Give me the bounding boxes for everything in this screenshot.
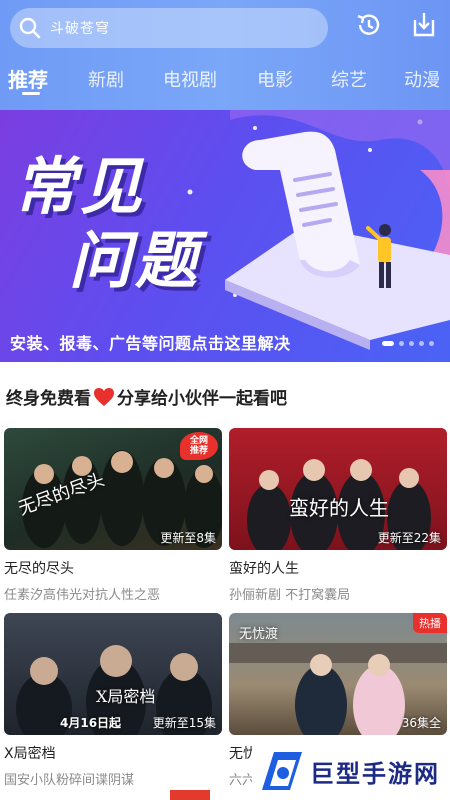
tab-recommend[interactable]: 推荐: [8, 64, 48, 93]
poster-title: 蛮好的人生: [289, 496, 389, 520]
tab-tv-series[interactable]: 电视剧: [163, 66, 217, 92]
carousel-dot[interactable]: [409, 341, 414, 346]
poster-title: 无忧渡: [239, 627, 279, 642]
history-button[interactable]: [352, 10, 386, 44]
watermark-text: 巨型手游网: [310, 759, 440, 788]
carousel-dot[interactable]: [399, 341, 404, 346]
tab-new-drama[interactable]: 新剧: [88, 66, 124, 92]
top-header: 斗破苍穹 推荐 新剧 电视剧 电影 综艺 动漫: [0, 0, 450, 110]
section-title-right: 分享给小伙伴一起看吧: [117, 389, 287, 409]
site-watermark: 巨型手游网: [252, 742, 450, 800]
episode-count: 更新至15集: [152, 716, 216, 730]
search-bar[interactable]: 斗破苍穹: [10, 8, 328, 48]
download-icon: [409, 10, 439, 44]
section-title-left: 终身免费看: [6, 389, 91, 409]
episode-count: 36集全: [401, 716, 441, 730]
tab-variety[interactable]: 综艺: [331, 66, 367, 92]
video-card[interactable]: X局密档 4月16日起 更新至15集 X局密档 国安小队粉碎间谍阴谋: [4, 613, 222, 788]
heart-icon: [93, 387, 115, 407]
poster-image[interactable]: 蛮好的人生 更新至22集: [229, 428, 447, 550]
carousel-dot-active[interactable]: [382, 341, 394, 346]
episode-count: 更新至22集: [377, 531, 441, 545]
history-icon: [354, 10, 384, 44]
episode-count: 更新至8集: [160, 531, 216, 545]
banner-headline: 常见 问题: [14, 150, 201, 298]
poster-image[interactable]: 无尽的尽头 全网 推荐 更新至8集: [4, 428, 222, 550]
search-icon: [10, 8, 50, 48]
card-description: 任素汐高伟光对抗人性之恶: [4, 588, 161, 603]
search-placeholder: 斗破苍穹: [50, 21, 110, 37]
category-tabs: 推荐 新剧 电视剧 电影 综艺 动漫: [0, 58, 450, 98]
download-button[interactable]: [407, 10, 441, 44]
card-description: 国安小队粉碎间谍阴谋: [4, 773, 135, 788]
card-description: 孙俪新剧 不打窝囊局: [229, 588, 351, 603]
hot-badge: 热播: [413, 613, 447, 633]
tab-anime[interactable]: 动漫: [404, 66, 440, 92]
carousel-dot[interactable]: [419, 341, 424, 346]
banner-caption: 安装、报毒、广告等问题点击这里解决: [10, 334, 291, 353]
video-card[interactable]: 无尽的尽头 全网 推荐 更新至8集 无尽的尽头 任素汐高伟光对抗人性之恶: [4, 428, 222, 603]
watermark-logo-icon: [256, 746, 306, 796]
bottom-accent: [170, 790, 210, 800]
section-title: 终身免费看 分享给小伙伴一起看吧: [6, 384, 287, 409]
carousel-dots: [382, 341, 434, 346]
faq-banner[interactable]: 常见 问题: [0, 110, 450, 362]
card-title[interactable]: X局密档: [4, 743, 222, 763]
card-title[interactable]: 蛮好的人生: [229, 558, 447, 578]
card-title[interactable]: 无尽的尽头: [4, 558, 222, 578]
tab-movie[interactable]: 电影: [257, 66, 293, 92]
poster-image[interactable]: 无忧渡 热播 36集全: [229, 613, 447, 735]
recommend-badge: 全网 推荐: [180, 432, 218, 460]
poster-image[interactable]: X局密档 4月16日起 更新至15集: [4, 613, 222, 735]
active-tab-indicator: [22, 92, 40, 95]
release-date: 4月16日起: [60, 716, 122, 730]
poster-title: X局密档: [96, 687, 156, 706]
carousel-dot[interactable]: [429, 341, 434, 346]
banner-headline-line1: 常见: [14, 150, 147, 223]
video-card[interactable]: 蛮好的人生 更新至22集 蛮好的人生 孙俪新剧 不打窝囊局: [229, 428, 447, 603]
banner-headline-line2: 问题: [69, 224, 202, 297]
